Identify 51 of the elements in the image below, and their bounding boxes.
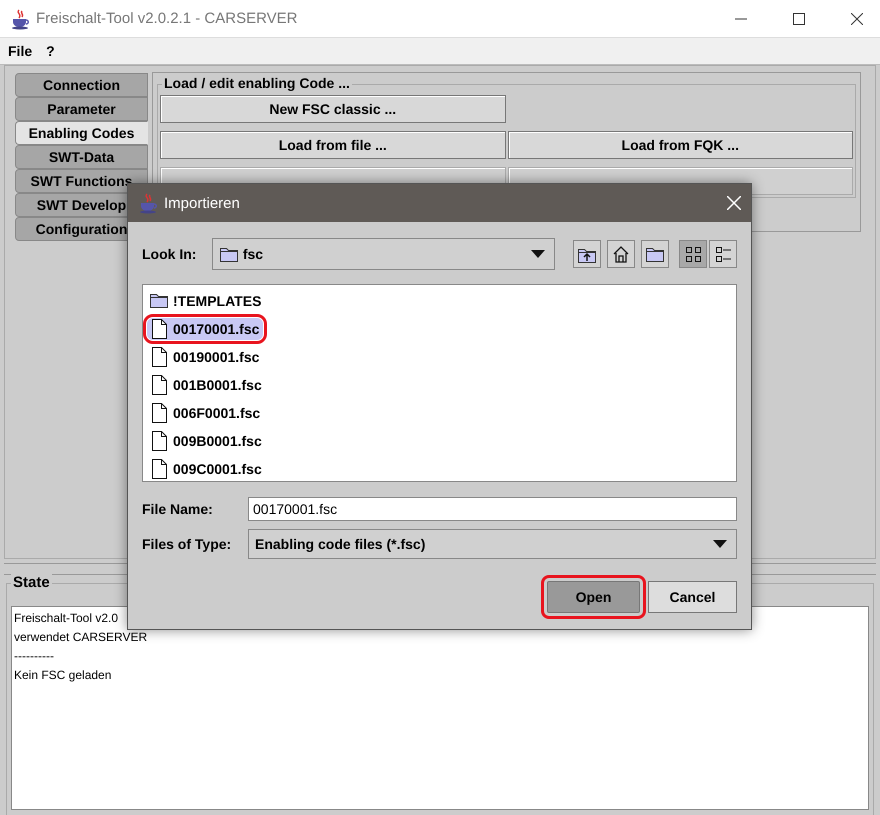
field-label: Look In: bbox=[142, 246, 198, 262]
new-folder-button[interactable] bbox=[641, 240, 669, 268]
log-line: ---------- bbox=[14, 648, 54, 665]
list-view-button[interactable] bbox=[679, 240, 707, 268]
document-icon bbox=[149, 430, 169, 452]
list-entry[interactable]: 009B0001.fsc bbox=[147, 430, 266, 452]
log-line: Kein FSC geladen bbox=[14, 667, 112, 684]
tab[interactable]: Enabling Codes bbox=[15, 121, 148, 145]
menu-item[interactable]: ? bbox=[46, 43, 55, 59]
close-icon[interactable] bbox=[727, 196, 741, 210]
log-line: verwendet CARSERVER bbox=[14, 629, 148, 646]
file-name-field[interactable]: 00170001.fsc bbox=[248, 497, 737, 521]
list-entry[interactable]: 00170001.fsc bbox=[147, 318, 264, 340]
file-type-dropdown[interactable]: Enabling code files (*.fsc) bbox=[248, 529, 737, 559]
tab[interactable]: SWT-Data bbox=[15, 145, 148, 169]
list-entry[interactable]: 009C0001.fsc bbox=[147, 458, 266, 480]
document-icon bbox=[149, 402, 169, 424]
button[interactable]: Load from FQK ... bbox=[508, 131, 853, 159]
grid-icon bbox=[684, 244, 702, 264]
home-button[interactable] bbox=[607, 240, 635, 268]
button[interactable]: Load from file ... bbox=[160, 131, 506, 159]
tab[interactable]: SWT Functions bbox=[15, 169, 148, 193]
window-title: Freischalt-Tool v2.0.2.1 - CARSERVER bbox=[36, 10, 298, 27]
dialog-title: Importieren bbox=[164, 194, 241, 212]
document-icon bbox=[149, 318, 169, 340]
field-label: Files of Type: bbox=[142, 536, 232, 552]
maximize-icon bbox=[793, 12, 805, 24]
list-entry[interactable]: 001B0001.fsc bbox=[147, 374, 266, 396]
java-cup-icon bbox=[10, 8, 30, 30]
button[interactable]: New FSC classic ... bbox=[160, 95, 506, 123]
details-view-button[interactable] bbox=[709, 240, 737, 268]
menu-item[interactable]: File bbox=[8, 43, 32, 59]
cancel-button[interactable]: Cancel bbox=[648, 581, 737, 613]
document-icon bbox=[149, 346, 169, 368]
list-entry[interactable]: 006F0001.fsc bbox=[147, 402, 264, 424]
list-entry[interactable]: !TEMPLATES bbox=[147, 290, 266, 312]
dropdown-arrow-icon bbox=[530, 249, 546, 259]
group-title: Load / edit enabling Code ... bbox=[162, 75, 352, 91]
home-icon bbox=[612, 245, 630, 263]
up-folder-button[interactable] bbox=[573, 240, 601, 268]
tab[interactable]: Connection bbox=[15, 73, 148, 97]
java-cup-icon bbox=[138, 192, 158, 214]
field-label: File Name: bbox=[142, 501, 214, 517]
list-icon bbox=[714, 244, 732, 264]
tab[interactable]: Parameter bbox=[15, 97, 148, 121]
close-icon bbox=[851, 12, 863, 24]
document-icon bbox=[149, 374, 169, 396]
look-in-dropdown[interactable]: fsc bbox=[212, 238, 555, 270]
list-entry[interactable]: 00190001.fsc bbox=[147, 346, 264, 368]
dropdown-arrow-icon bbox=[712, 539, 728, 549]
log-line: Freischalt-Tool v2.0 bbox=[14, 610, 118, 627]
